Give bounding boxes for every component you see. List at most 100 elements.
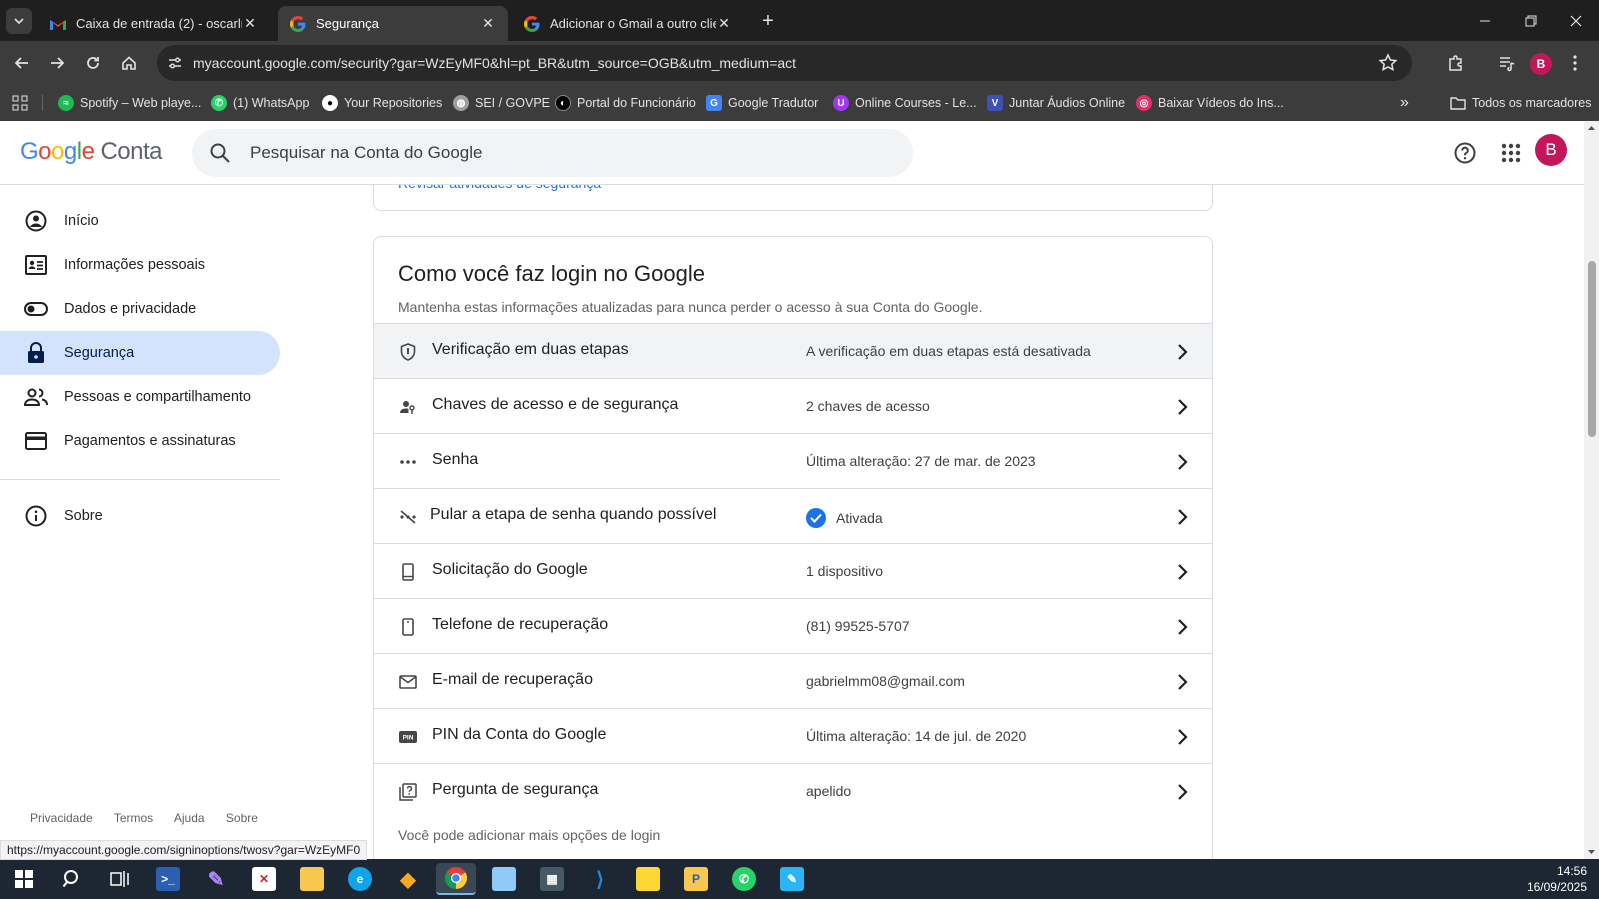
taskbar-powershell[interactable]: >_	[148, 863, 188, 895]
footer-link-sobre[interactable]: Sobre	[226, 811, 258, 825]
taskbar-red-app[interactable]: ✕	[244, 863, 284, 895]
search-icon[interactable]	[208, 141, 232, 165]
close-tab-icon[interactable]: ✕	[716, 15, 732, 32]
row-telefone-recuperacao[interactable]: Telefone de recuperação (81) 99525-5707	[374, 598, 1212, 654]
instagram-icon: ◎	[1136, 95, 1152, 111]
system-clock[interactable]: 14:56 16/09/2025	[1527, 863, 1587, 895]
taskbar-git-app[interactable]: ◆	[388, 863, 428, 895]
taskbar-calculator[interactable]: ▦	[532, 863, 572, 895]
forward-button[interactable]	[43, 49, 71, 77]
taskbar-paint-app[interactable]: ✎	[772, 863, 812, 895]
taskbar-sticky-notes[interactable]	[628, 863, 668, 895]
start-button[interactable]	[4, 863, 44, 895]
row-email-recuperacao[interactable]: E-mail de recuperação gabrielmm08@gmail.…	[374, 653, 1212, 709]
windows-logo-icon	[15, 870, 33, 888]
bookmark-repositories[interactable]: ● Your Repositories	[322, 93, 442, 113]
taskbar-search-button[interactable]	[52, 863, 92, 895]
back-button[interactable]	[8, 49, 36, 77]
apps-grid-icon	[1501, 143, 1521, 163]
row-verificacao-duas-etapas[interactable]: Verificação em duas etapas A verificação…	[374, 323, 1212, 379]
reload-button[interactable]	[79, 49, 107, 77]
close-window-button[interactable]	[1553, 0, 1599, 41]
bookmark-baixar-videos[interactable]: ◎ Baixar Vídeos do Ins...	[1136, 93, 1284, 113]
bookmark-label: Your Repositories	[344, 96, 443, 110]
chevron-right-icon	[1178, 784, 1188, 800]
footer-link-privacidade[interactable]: Privacidade	[30, 811, 93, 825]
row-value: Ativada	[836, 510, 883, 526]
footer-link-ajuda[interactable]: Ajuda	[174, 811, 205, 825]
task-view-button[interactable]	[100, 863, 140, 895]
sidebar-item-informacoes[interactable]: Informações pessoais	[0, 243, 280, 287]
close-tab-icon[interactable]: ✕	[480, 15, 496, 32]
sidebar-item-seguranca[interactable]: Segurança	[0, 331, 280, 375]
scrollbar-thumb[interactable]	[1588, 261, 1596, 437]
taskbar-notes-app[interactable]	[484, 863, 524, 895]
bookmark-star-icon[interactable]	[1378, 53, 1398, 73]
sidebar-item-label: Informações pessoais	[64, 257, 206, 273]
bookmark-juntar-audios[interactable]: V Juntar Áudios Online	[987, 93, 1125, 113]
minimize-icon	[1480, 20, 1490, 21]
search-input[interactable]	[250, 141, 850, 165]
home-button[interactable]	[115, 49, 143, 77]
sidebar-item-inicio[interactable]: Início	[0, 199, 280, 243]
extensions-button[interactable]	[1442, 49, 1470, 77]
media-control-button[interactable]	[1493, 49, 1521, 77]
bookmark-label: Online Courses - Le...	[855, 96, 977, 110]
scroll-up-arrow-icon[interactable]	[1584, 123, 1599, 133]
help-button[interactable]	[1449, 137, 1481, 169]
taskbar-python-folder[interactable]: P	[676, 863, 716, 895]
row-chaves-acesso[interactable]: Chaves de acesso e de segurança 2 chaves…	[374, 378, 1212, 434]
tab-search-button[interactable]	[6, 8, 32, 34]
row-label: E-mail de recuperação	[432, 671, 593, 688]
apps-button[interactable]	[12, 93, 28, 113]
minimize-button[interactable]	[1462, 0, 1508, 41]
bookmark-spotify[interactable]: ≈ Spotify – Web playe...	[58, 93, 201, 113]
account-sidebar: Início Informações pessoais Dados e priv…	[0, 185, 280, 859]
tab-adicionar-gmail[interactable]: Adicionar o Gmail a outro cliente ✕	[512, 6, 744, 41]
google-account-logo[interactable]: Google Conta	[20, 138, 162, 166]
google-apps-button[interactable]	[1495, 137, 1527, 169]
site-info-icon[interactable]	[165, 53, 185, 73]
new-tab-button[interactable]: +	[756, 9, 780, 33]
sidebar-item-label: Pessoas e compartilhamento	[64, 389, 251, 405]
sidebar-item-pagamentos[interactable]: Pagamentos e assinaturas	[0, 419, 280, 463]
address-bar[interactable]: myaccount.google.com/security?gar=WzEyMF…	[157, 45, 1412, 81]
page-scrollbar[interactable]	[1584, 121, 1599, 859]
sidebar-item-dados[interactable]: Dados e privacidade	[0, 287, 280, 331]
bookmark-tradutor[interactable]: G Google Tradutor	[706, 93, 818, 113]
account-search-box[interactable]	[192, 129, 913, 177]
row-pergunta-seguranca[interactable]: Pergunta de segurança apelido	[374, 763, 1212, 819]
taskbar-whatsapp[interactable]: ✆	[724, 863, 764, 895]
tab-gmail[interactable]: Caixa de entrada (2) - oscarlmjr ✕	[38, 6, 270, 41]
bookmark-sei[interactable]: ◍ SEI / GOVPE	[453, 93, 550, 113]
more-bookmarks-button[interactable]: »	[1400, 93, 1409, 113]
restore-button[interactable]	[1508, 0, 1554, 41]
row-label: PIN da Conta do Google	[432, 726, 607, 743]
all-bookmarks-folder[interactable]: Todos os marcadores	[1450, 93, 1592, 113]
taskbar-edge[interactable]: e	[340, 863, 380, 895]
sidebar-item-sobre[interactable]: Sobre	[0, 494, 280, 538]
taskbar-pen-app[interactable]: ✎	[196, 863, 236, 895]
sidebar-item-label: Dados e privacidade	[64, 301, 197, 317]
row-senha[interactable]: Senha Última alteração: 27 de mar. de 20…	[374, 433, 1212, 489]
browser-profile-avatar[interactable]: B	[1530, 53, 1552, 75]
scroll-down-arrow-icon[interactable]	[1584, 847, 1599, 857]
taskbar-vscode[interactable]: ⟩	[580, 863, 620, 895]
tab-seguranca[interactable]: Segurança ✕	[278, 6, 508, 41]
footer-link-termos[interactable]: Termos	[114, 811, 153, 825]
bookmark-courses[interactable]: U Online Courses - Le...	[833, 93, 977, 113]
bookmark-label: Google Tradutor	[728, 96, 819, 110]
status-bar-url: https://myaccount.google.com/signinoptio…	[0, 840, 368, 860]
taskbar-chrome[interactable]	[436, 863, 476, 895]
row-solicitacao-google[interactable]: Solicitação do Google 1 dispositivo	[374, 543, 1212, 599]
account-avatar[interactable]: B	[1535, 134, 1567, 166]
row-pular-senha[interactable]: Pular a etapa de senha quando possível A…	[374, 488, 1212, 544]
bookmark-whatsapp[interactable]: ✆ (1) WhatsApp	[211, 93, 309, 113]
row-value-wrap: Ativada	[806, 508, 883, 528]
taskbar-file-explorer[interactable]	[292, 863, 332, 895]
bookmark-portal[interactable]: ◐ Portal do Funcionário	[555, 93, 696, 113]
sidebar-item-pessoas[interactable]: Pessoas e compartilhamento	[0, 375, 280, 419]
row-pin-conta[interactable]: PIN PIN da Conta do Google Última altera…	[374, 708, 1212, 764]
browser-menu-button[interactable]	[1565, 49, 1585, 77]
close-tab-icon[interactable]: ✕	[242, 15, 258, 32]
